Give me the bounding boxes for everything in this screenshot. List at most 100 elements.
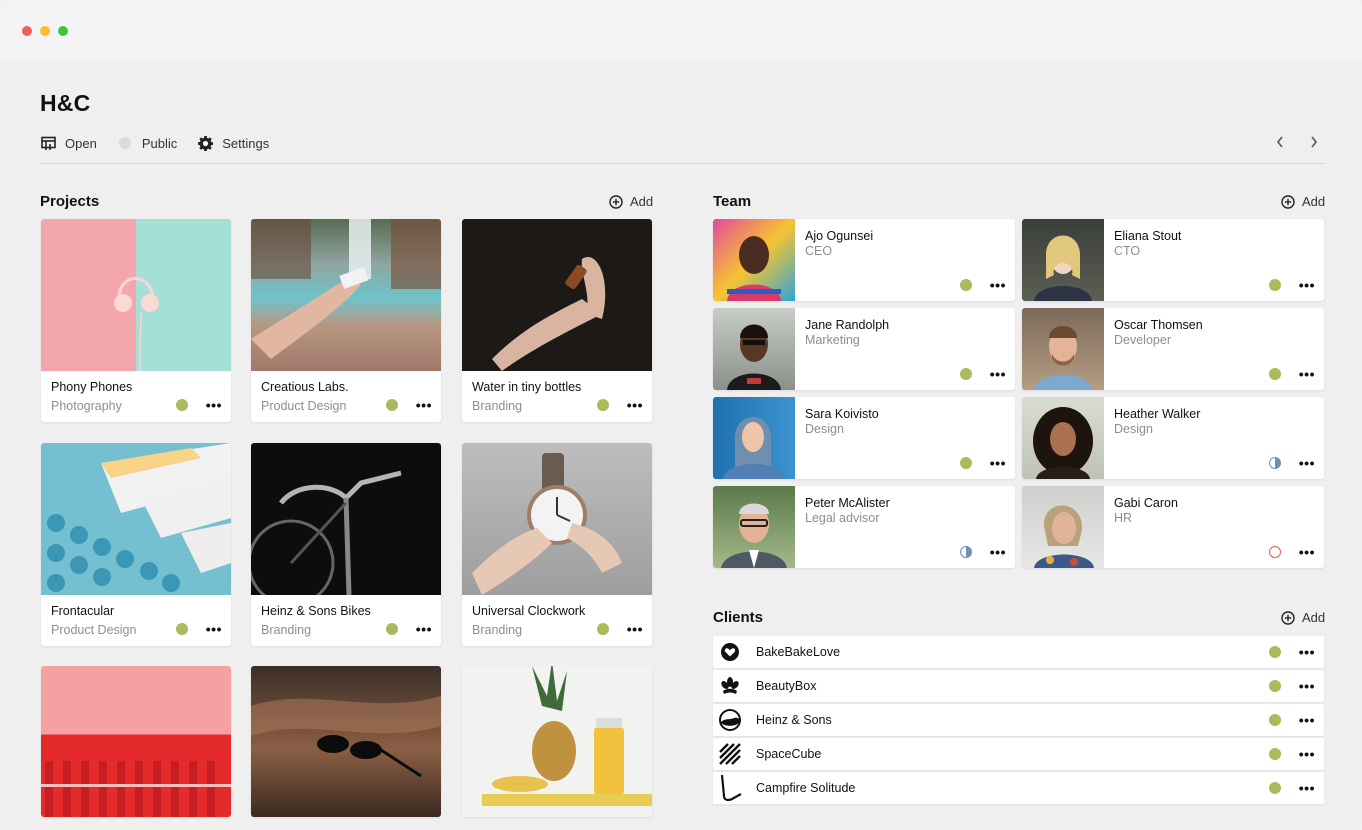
- team-member-card[interactable]: Eliana Stout CTO •••: [1022, 219, 1324, 301]
- circle-wave-icon: [718, 708, 742, 732]
- team-member-card[interactable]: Gabi Caron HR •••: [1022, 486, 1324, 568]
- more-options-icon[interactable]: •••: [1299, 278, 1315, 292]
- open-button[interactable]: Open: [40, 135, 97, 151]
- client-name: BakeBakeLove: [756, 645, 841, 659]
- pager: [1256, 134, 1324, 150]
- add-client-button[interactable]: Add: [1281, 610, 1325, 625]
- status-indicator: [1269, 546, 1281, 558]
- toolbar-divider: [40, 163, 1325, 164]
- add-team-member-button[interactable]: Add: [1281, 194, 1325, 209]
- more-options-icon[interactable]: •••: [990, 367, 1006, 381]
- title-bar: [0, 0, 1362, 60]
- project-card[interactable]: Water in tiny bottles Branding •••: [462, 219, 652, 422]
- more-options-icon[interactable]: •••: [990, 278, 1006, 292]
- open-board-icon: [40, 135, 56, 151]
- settings-label: Settings: [222, 135, 270, 151]
- more-options-icon[interactable]: •••: [206, 622, 222, 636]
- team-member-card[interactable]: Peter McAlister Legal advisor •••: [713, 486, 1015, 568]
- chevron-right-icon[interactable]: [1304, 134, 1324, 150]
- chevron-left-icon[interactable]: [1270, 134, 1290, 150]
- plus-circle-icon: [1281, 610, 1295, 625]
- avatar: [713, 308, 795, 390]
- more-options-icon[interactable]: •••: [416, 398, 432, 412]
- member-role: CTO: [1114, 244, 1141, 258]
- more-options-icon[interactable]: •••: [1299, 747, 1315, 761]
- more-options-icon[interactable]: •••: [627, 622, 643, 636]
- project-card[interactable]: [41, 666, 231, 817]
- settings-button[interactable]: Settings: [197, 135, 269, 151]
- project-category: Product Design: [261, 399, 347, 413]
- project-image-pineapple: [462, 666, 652, 817]
- status-indicator: [597, 399, 609, 411]
- member-role: Developer: [1114, 333, 1171, 347]
- page-title: H&C: [40, 90, 91, 116]
- team-member-card[interactable]: Ajo Ogunsei CEO •••: [713, 219, 1015, 301]
- member-name: Ajo Ogunsei: [805, 229, 874, 243]
- project-card[interactable]: Heinz & Sons Bikes Branding •••: [251, 443, 441, 646]
- client-name: Heinz & Sons: [756, 713, 832, 727]
- member-role: Legal advisor: [805, 511, 880, 525]
- client-row[interactable]: Heinz & Sons •••: [713, 704, 1324, 736]
- public-toggle[interactable]: Public: [117, 135, 177, 151]
- add-label: Add: [1302, 194, 1326, 209]
- client-row[interactable]: BeautyBox •••: [713, 670, 1324, 702]
- project-name: Frontacular: [51, 604, 115, 618]
- team-member-card[interactable]: Jane Randolph Marketing •••: [713, 308, 1015, 390]
- project-image-bike: [251, 443, 441, 595]
- campfire-curve-icon: [718, 774, 742, 802]
- avatar: [1022, 486, 1104, 568]
- member-role: CEO: [805, 244, 833, 258]
- member-role: Marketing: [805, 333, 860, 347]
- project-name: Phony Phones: [51, 380, 133, 394]
- client-row[interactable]: SpaceCube •••: [713, 738, 1324, 770]
- project-card[interactable]: [462, 666, 652, 817]
- maximize-window-button[interactable]: [58, 26, 68, 36]
- team-member-card[interactable]: Sara Koivisto Design •••: [713, 397, 1015, 479]
- more-options-icon[interactable]: •••: [1299, 713, 1315, 727]
- project-image-cans: [41, 666, 231, 817]
- status-indicator: [1269, 714, 1281, 726]
- project-category: Branding: [472, 399, 523, 413]
- project-image-sunglasses: [251, 666, 441, 817]
- team-member-card[interactable]: Heather Walker Design •••: [1022, 397, 1324, 479]
- open-label: Open: [65, 135, 97, 151]
- plus-circle-icon: [609, 194, 623, 209]
- member-name: Eliana Stout: [1114, 229, 1182, 243]
- client-name: Campfire Solitude: [756, 781, 856, 795]
- more-options-icon[interactable]: •••: [1299, 679, 1315, 693]
- project-image-waterfall: [251, 219, 441, 371]
- avatar: [1022, 397, 1104, 479]
- more-options-icon[interactable]: •••: [1299, 456, 1315, 470]
- project-name: Creatious Labs.: [261, 380, 349, 394]
- more-options-icon[interactable]: •••: [1299, 367, 1315, 381]
- more-options-icon[interactable]: •••: [1299, 781, 1315, 795]
- team-member-card[interactable]: Oscar Thomsen Developer •••: [1022, 308, 1324, 390]
- more-options-icon[interactable]: •••: [416, 622, 432, 636]
- project-card[interactable]: Phony Phones Photography •••: [41, 219, 231, 422]
- more-options-icon[interactable]: •••: [206, 398, 222, 412]
- minimize-window-button[interactable]: [40, 26, 50, 36]
- more-options-icon[interactable]: •••: [1299, 545, 1315, 559]
- more-options-icon[interactable]: •••: [1299, 645, 1315, 659]
- project-card[interactable]: Universal Clockwork Branding •••: [462, 443, 652, 646]
- client-row[interactable]: Campfire Solitude •••: [713, 772, 1324, 804]
- avatar: [713, 219, 795, 301]
- project-card[interactable]: Frontacular Product Design •••: [41, 443, 231, 646]
- status-indicator: [960, 457, 972, 469]
- close-window-button[interactable]: [22, 26, 32, 36]
- status-indicator: [176, 623, 188, 635]
- public-status-icon: [117, 135, 133, 151]
- project-card[interactable]: Creatious Labs. Product Design •••: [251, 219, 441, 422]
- more-options-icon[interactable]: •••: [627, 398, 643, 412]
- more-options-icon[interactable]: •••: [990, 456, 1006, 470]
- client-row[interactable]: BakeBakeLove •••: [713, 636, 1324, 668]
- status-indicator: [176, 399, 188, 411]
- project-image-bottles: [462, 219, 652, 371]
- add-project-button[interactable]: Add: [609, 194, 653, 209]
- project-card[interactable]: [251, 666, 441, 817]
- plus-circle-icon: [1281, 194, 1295, 209]
- status-indicator: [960, 546, 972, 558]
- project-image-watch: [462, 443, 652, 595]
- more-options-icon[interactable]: •••: [990, 545, 1006, 559]
- member-role: HR: [1114, 511, 1133, 525]
